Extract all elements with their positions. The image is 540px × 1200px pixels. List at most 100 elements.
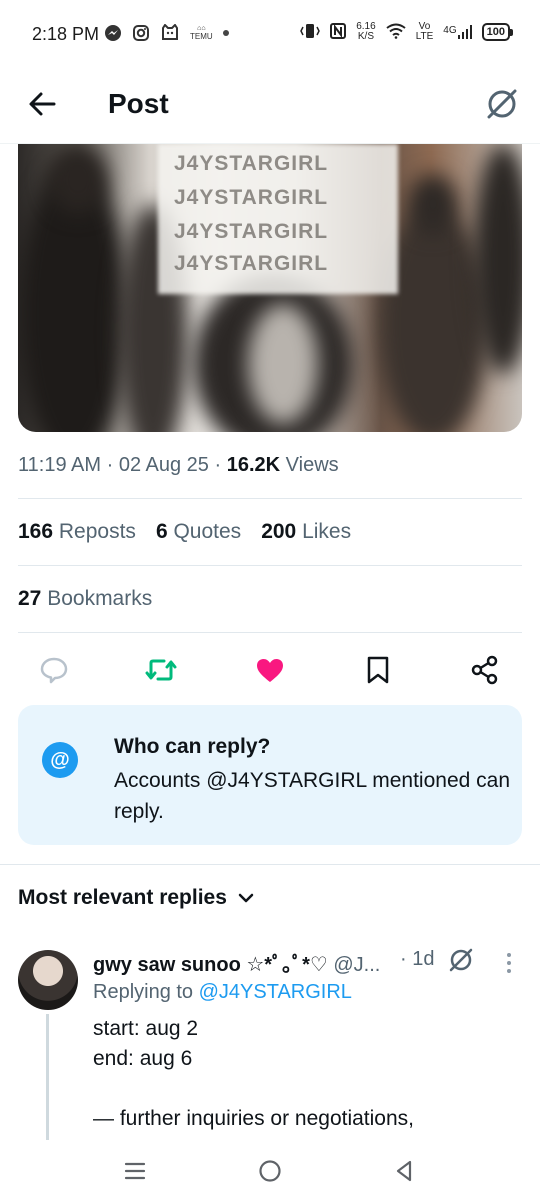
replying-to-row: Replying to @J4YSTARGIRL: [93, 981, 352, 1004]
messenger-icon: [104, 24, 122, 42]
network-type: 4G: [443, 25, 457, 36]
image-figure: [248, 304, 318, 424]
divider: [18, 498, 522, 499]
bookmarks-label: Bookmarks: [47, 587, 153, 610]
share-button[interactable]: [467, 652, 503, 688]
back-triangle-icon: [396, 1160, 412, 1182]
watermark-text: J4YSTARGIRL: [174, 152, 329, 175]
bookmarks-count: 27: [18, 587, 42, 610]
post-date: 02 Aug 25: [118, 454, 209, 476]
system-icons: 6.16 K/S Vo LTE 4G 100: [300, 22, 514, 42]
quotes-count: 6: [155, 520, 168, 543]
grok-icon: [487, 89, 517, 119]
reply-author-handle[interactable]: @J...: [333, 954, 380, 976]
volte-bottom: LTE: [415, 31, 434, 42]
menu-lines-icon: [124, 1162, 146, 1180]
temu-label: TEMU: [190, 32, 213, 41]
status-bar: 2:18 PM ⌂⌂ TEMU 6.16 K/S Vo LTE 4G 100: [0, 0, 540, 68]
chevron-down-icon: [238, 893, 254, 903]
engagement-stats: 166 Reposts 6 Quotes 200 Likes: [18, 520, 351, 544]
reposts-stat[interactable]: 166 Reposts: [18, 520, 136, 544]
watermark-text: J4YSTARGIRL: [174, 186, 329, 209]
heart-filled-icon: [257, 659, 283, 682]
post-image[interactable]: J4YSTARGIRL J4YSTARGIRL J4YSTARGIRL J4YS…: [18, 144, 522, 432]
recents-button[interactable]: [120, 1156, 150, 1186]
bookmarks-stat[interactable]: 27 Bookmarks: [18, 587, 152, 611]
reply-time: · 1d: [400, 948, 435, 970]
reply-sort-dropdown[interactable]: Most relevant replies: [18, 886, 255, 910]
avatar[interactable]: [18, 950, 78, 1010]
reply-line: — further inquiries or negotiations,: [93, 1107, 414, 1130]
back-button[interactable]: [24, 86, 60, 122]
watermark-text: J4YSTARGIRL: [174, 252, 329, 275]
reposts-count: 166: [18, 520, 54, 543]
status-time: 2:18 PM: [32, 24, 100, 44]
reply-blank-line: [93, 1074, 513, 1104]
instagram-icon: [132, 24, 150, 42]
mention-icon: @: [42, 742, 78, 778]
home-circle-icon: [259, 1160, 281, 1182]
bookmark-button[interactable]: [360, 652, 396, 688]
net-speed-unit: K/S: [357, 31, 375, 42]
like-button[interactable]: [252, 652, 288, 688]
image-figure: [48, 144, 108, 214]
page-title: Post: [108, 88, 169, 119]
post-timestamp-row: 11:19 AM · 02 Aug 25 · 16.2K Views: [18, 454, 339, 477]
dot: [507, 969, 511, 973]
who-can-reply-card: @ Who can reply? Accounts @J4YSTARGIRL m…: [18, 705, 522, 845]
likes-stat[interactable]: 200 Likes: [261, 520, 351, 544]
likes-count: 200: [261, 520, 297, 543]
views-count: 16.2K: [226, 454, 281, 476]
battery-indicator: 100: [481, 23, 514, 41]
divider: [18, 632, 522, 633]
bookmark-icon: [367, 656, 389, 684]
cat-app-icon: [160, 24, 180, 42]
image-figure: [408, 174, 458, 234]
wifi-icon: [386, 23, 406, 42]
likes-label: Likes: [302, 520, 352, 543]
grok-button[interactable]: [484, 86, 520, 122]
thread-line: [46, 1014, 49, 1140]
section-divider: [0, 864, 540, 865]
more-notifications-dot: [222, 30, 229, 36]
nfc-icon: [330, 22, 347, 42]
meta-separator: ·: [214, 454, 222, 476]
repost-icon: [145, 659, 177, 681]
volte-indicator: Vo LTE: [416, 22, 434, 42]
post-actions-bar: [18, 648, 522, 692]
replying-to-mention[interactable]: @J4YSTARGIRL: [199, 981, 352, 1003]
share-icon: [471, 655, 498, 685]
vibrate-icon: [300, 23, 321, 42]
who-can-reply-title: Who can reply?: [114, 735, 271, 758]
who-can-reply-body: Accounts @J4YSTARGIRL mentioned can repl…: [114, 769, 510, 823]
dot: [507, 961, 511, 965]
repost-button[interactable]: [143, 652, 179, 688]
reply-sort-label: Most relevant replies: [18, 886, 227, 909]
nav-back-button[interactable]: [389, 1156, 419, 1186]
dot: [507, 953, 511, 957]
divider: [18, 565, 522, 566]
post-time: 11:19 AM: [18, 454, 102, 476]
signal-icon: 4G: [443, 25, 472, 39]
home-button[interactable]: [255, 1156, 285, 1186]
reply-line: end: aug 6: [93, 1047, 193, 1070]
reply-line: start: aug 2: [93, 1017, 199, 1040]
quotes-stat[interactable]: 6 Quotes: [156, 520, 241, 544]
views-label: Views: [285, 454, 339, 476]
reply-author-name[interactable]: gwy saw sunoo ☆*ﾟ｡ﾟ*♡: [93, 954, 328, 976]
meta-separator: ·: [106, 454, 114, 476]
reply-bubble-icon: [40, 657, 68, 684]
watermark-text: J4YSTARGIRL: [174, 220, 329, 243]
replying-prefix: Replying to: [93, 981, 194, 1003]
quotes-label: Quotes: [173, 520, 242, 543]
grok-icon: [449, 948, 473, 972]
more-options-button[interactable]: [502, 950, 516, 976]
top-app-bar: Post: [0, 68, 540, 144]
reply-button[interactable]: [36, 652, 72, 688]
reply-grok-button[interactable]: [447, 946, 475, 974]
notification-icons: ⌂⌂ TEMU: [104, 24, 229, 42]
system-nav-bar: [0, 1140, 540, 1200]
net-speed: 6.16 K/S: [356, 22, 375, 42]
temu-icon: ⌂⌂ TEMU: [190, 25, 213, 41]
reposts-label: Reposts: [58, 520, 136, 543]
